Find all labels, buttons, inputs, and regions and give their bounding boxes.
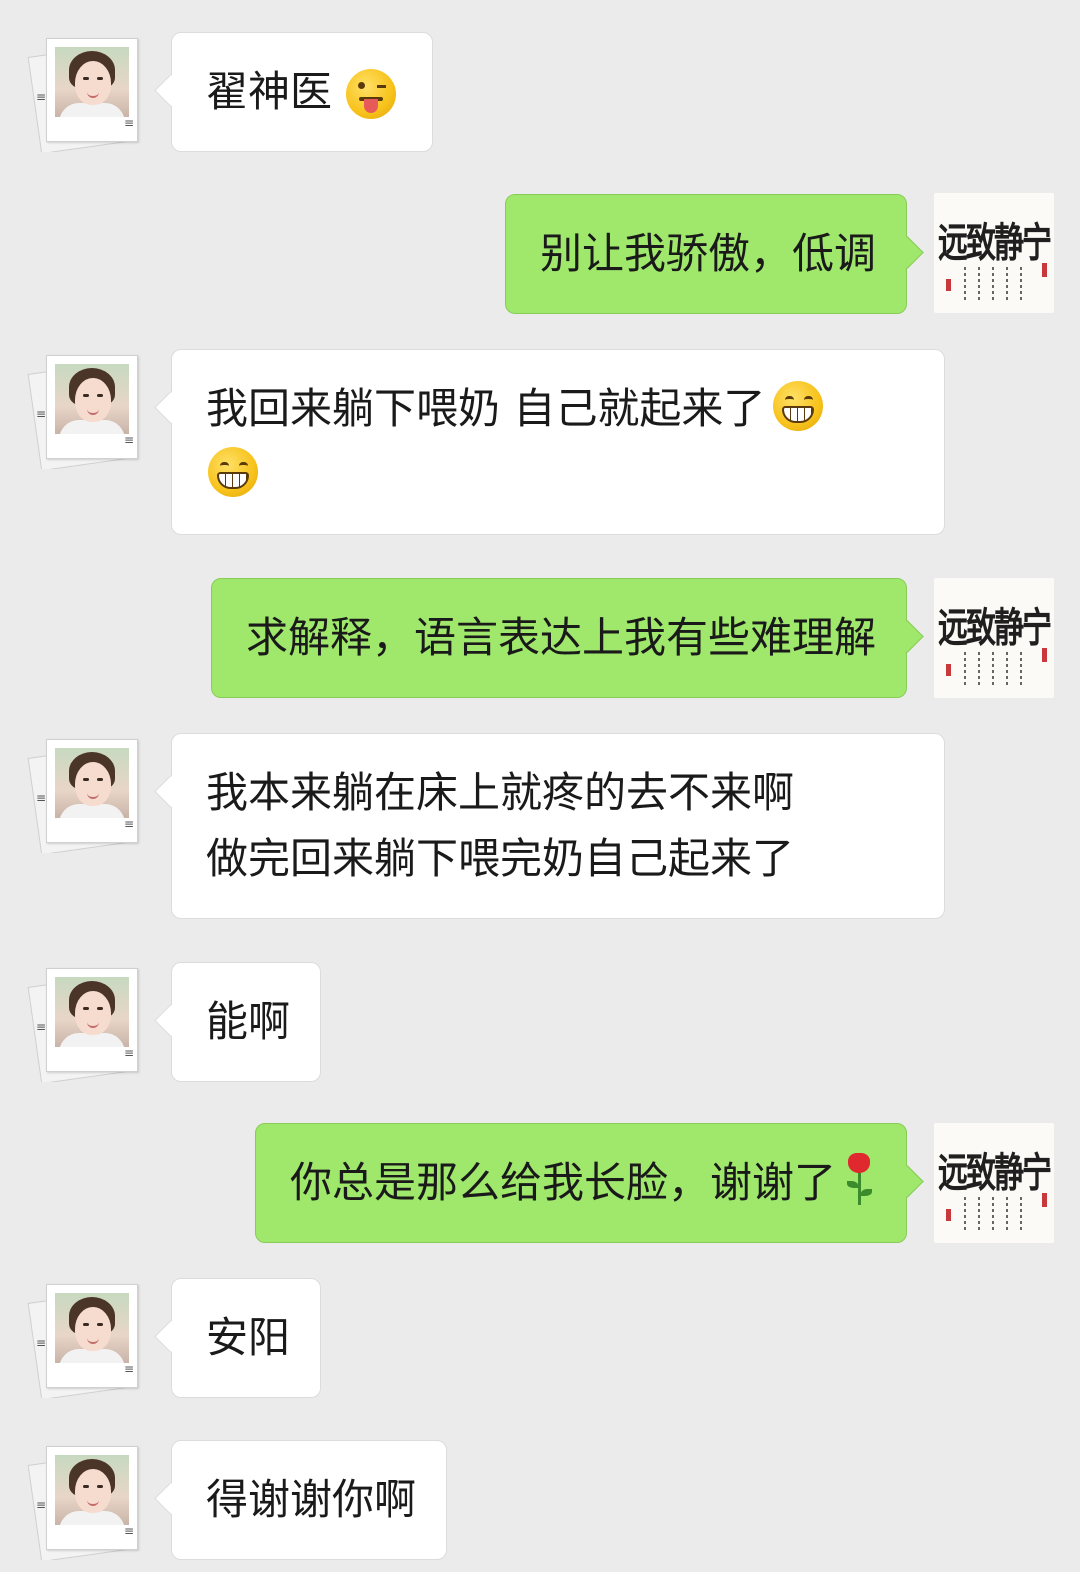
calligraphy-char: 致 <box>966 1149 996 1198</box>
message-bubble-received[interactable]: 安阳 <box>171 1278 322 1398</box>
calligraphy-char: 宁 <box>1022 219 1052 268</box>
friend-avatar[interactable]: ≡ ≡ <box>24 349 144 469</box>
message-bubble-received[interactable]: 我回来躺下喂奶 自己就起来了 <box>171 349 945 535</box>
calligraphy-char: 致 <box>966 219 996 268</box>
message-bubble-sent[interactable]: 你总是那么给我长脸，谢谢了 <box>254 1123 907 1243</box>
message-text-line: 做完回来躺下喂完奶自己起来了 <box>206 834 795 883</box>
message-bubble-received[interactable]: 能啊 <box>171 962 322 1082</box>
message-text: 你总是那么给我长脸，谢谢了 <box>289 1158 836 1207</box>
calligraphy-char: 静 <box>994 604 1024 653</box>
message-text: 求解释，语言表达上我有些难理解 <box>245 613 876 662</box>
chat-area: ≡ ≡ 翟神医 别让我骄傲，低调 远 致 静 宁 ≡ ≡ 我回来躺下喂奶 自己就起来… <box>0 0 1080 1572</box>
message-bubble-received[interactable]: 翟神医 <box>171 32 434 152</box>
message-bubble-sent[interactable]: 求解释，语言表达上我有些难理解 <box>210 578 907 698</box>
calligraphy-char: 静 <box>994 219 1024 268</box>
calligraphy-char: 宁 <box>1022 604 1052 653</box>
message-text: 得谢谢你啊 <box>206 1475 417 1524</box>
friend-avatar[interactable]: ≡ ≡ <box>24 1278 144 1398</box>
self-avatar[interactable]: 远 致 静 宁 <box>934 1123 1054 1243</box>
self-avatar[interactable]: 远 致 静 宁 <box>934 193 1054 313</box>
message-text: 别让我骄傲，低调 <box>539 229 876 278</box>
friend-avatar[interactable]: ≡ ≡ <box>24 733 144 853</box>
rose-emoji-icon <box>842 1151 876 1207</box>
friend-avatar[interactable]: ≡ ≡ <box>24 32 144 152</box>
message-text: 安阳 <box>206 1313 291 1362</box>
calligraphy-char: 远 <box>938 604 968 653</box>
friend-avatar[interactable]: ≡ ≡ <box>24 962 144 1082</box>
message-bubble-sent[interactable]: 别让我骄傲，低调 <box>504 194 907 314</box>
calligraphy-char: 远 <box>938 1149 968 1198</box>
message-bubble-received[interactable]: 得谢谢你啊 <box>171 1440 448 1560</box>
friend-avatar[interactable]: ≡ ≡ <box>24 1440 144 1560</box>
calligraphy-char: 远 <box>938 219 968 268</box>
message-text-line: 我本来躺在床上就疼的去不来啊 <box>206 768 795 817</box>
self-avatar[interactable]: 远 致 静 宁 <box>934 578 1054 698</box>
calligraphy-char: 静 <box>994 1149 1024 1198</box>
calligraphy-char: 致 <box>966 604 996 653</box>
grin-emoji-icon <box>208 447 258 497</box>
message-bubble-received[interactable]: 我本来躺在床上就疼的去不来啊 做完回来躺下喂完奶自己起来了 <box>171 733 945 919</box>
calligraphy-char: 宁 <box>1022 1149 1052 1198</box>
grin-emoji-icon <box>773 381 824 431</box>
wink-emoji-icon <box>346 69 397 119</box>
message-text: 翟神医 <box>206 67 333 116</box>
message-text: 能啊 <box>206 997 291 1046</box>
message-text: 我回来躺下喂奶 自己就起来了 <box>206 384 766 433</box>
